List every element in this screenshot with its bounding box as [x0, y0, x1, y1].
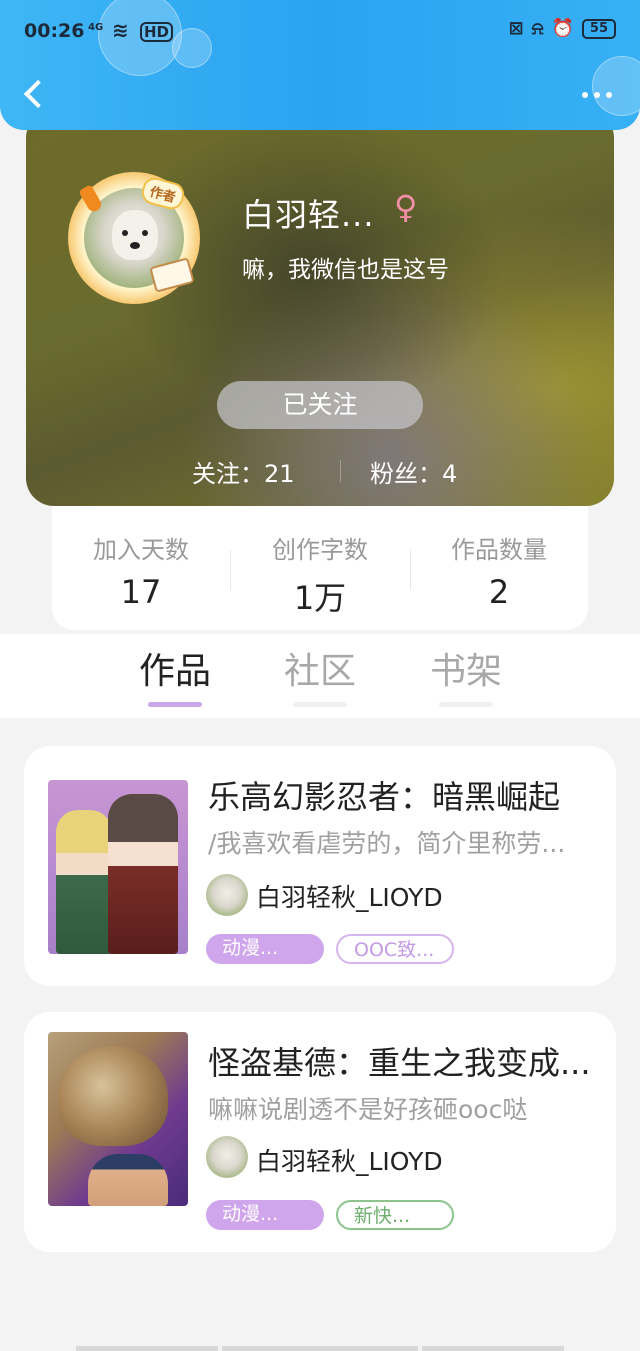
bottom-segment — [76, 1346, 218, 1351]
stat-value: 17 — [120, 573, 162, 611]
wifi-icon: ≋ — [112, 18, 129, 42]
stat-label: 作品数量 — [451, 536, 547, 564]
tab-bookshelf[interactable]: 书架 — [406, 642, 526, 694]
tab-works[interactable]: 作品 — [115, 642, 235, 694]
work-tag[interactable]: OOC致... — [336, 934, 454, 964]
bottom-bar — [0, 1346, 640, 1351]
work-title[interactable]: 乐高幻影忍者：暗黑崛起 — [208, 772, 604, 818]
stat-word-count: 创作字数 1万 — [231, 506, 409, 630]
fans-count[interactable]: 粉丝：4 — [370, 454, 457, 489]
stat-value: 2 — [488, 573, 510, 611]
work-title[interactable]: 怪盗基德：重生之我变成... — [208, 1038, 604, 1084]
battery-icon: 55 — [581, 18, 616, 39]
bottom-segment — [422, 1346, 564, 1351]
bottom-segment — [222, 1346, 418, 1351]
author-avatar — [206, 874, 248, 916]
work-tag[interactable]: 新快... — [336, 1200, 454, 1230]
stat-label: 创作字数 — [272, 536, 368, 564]
stats-panel: 加入天数 17 创作字数 1万 作品数量 2 — [52, 506, 588, 630]
work-author[interactable]: 白羽轻秋_LIOYD — [256, 878, 443, 914]
work-card[interactable]: 乐高幻影忍者：暗黑崛起 /我喜欢看虐劳的，简介里称劳... 白羽轻秋_LIOYD… — [24, 746, 616, 986]
more-dots-icon[interactable] — [582, 92, 612, 98]
more-dot — [606, 92, 612, 98]
signature: 嘛，我微信也是这号 — [242, 257, 449, 283]
work-cover-image[interactable] — [48, 1032, 188, 1206]
tab-community[interactable]: 社区 — [260, 642, 380, 694]
signal-icon: 4G — [88, 22, 104, 33]
following-count[interactable]: 关注：21 — [192, 454, 295, 489]
decor-bubble-right — [592, 56, 640, 116]
cover-figure — [108, 794, 178, 954]
more-dot — [594, 92, 600, 98]
more-dot — [582, 92, 588, 98]
stat-works-count: 作品数量 2 — [410, 506, 588, 630]
work-cover-image[interactable] — [48, 780, 188, 954]
work-description: /我喜欢看虐劳的，简介里称劳... — [208, 829, 566, 858]
alarm-icon: ⏰ — [551, 18, 574, 39]
work-author[interactable]: 白羽轻秋_LIOYD — [256, 1142, 443, 1178]
female-icon: ♀ — [394, 188, 418, 226]
tab-indicator-community — [293, 702, 347, 707]
author-avatar — [206, 1136, 248, 1178]
tab-bar: 作品 社区 书架 — [0, 634, 640, 718]
cover-figure — [58, 1046, 168, 1146]
status-time: 00:26 — [24, 20, 85, 42]
profile-card: 作者 白羽轻... ♀ 嘛，我微信也是这号 已关注 关注：21 粉丝：4 — [26, 110, 614, 506]
stat-join-days: 加入天数 17 — [52, 506, 230, 630]
tab-indicator-works — [148, 702, 202, 707]
cover-figure — [88, 1154, 168, 1206]
hd-icon: HD — [140, 22, 174, 42]
avatar-frame[interactable]: 作者 — [68, 172, 200, 304]
dog-eye-right — [142, 230, 148, 236]
mute-icon: ⍾ — [531, 18, 544, 39]
work-card[interactable]: 怪盗基德：重生之我变成... 嘛嘛说剧透不是好孩砸ooc哒 白羽轻秋_LIOYD… — [24, 1012, 616, 1252]
work-tag[interactable]: 动漫... — [206, 934, 324, 964]
work-tag[interactable]: 动漫... — [206, 1200, 324, 1230]
tab-indicator-bookshelf — [439, 702, 493, 707]
divider — [340, 460, 341, 482]
follow-status-button[interactable]: 已关注 — [217, 381, 423, 429]
stat-value: 1万 — [293, 579, 347, 617]
cover-figure — [56, 810, 112, 954]
dog-face — [112, 210, 158, 260]
status-bar: 00:26 4G ≋ HD ⊠ ⍾ ⏰ 55 — [24, 18, 616, 48]
nickname: 白羽轻... — [242, 196, 375, 234]
status-right-icons: ⊠ ⍾ ⏰ 55 — [508, 18, 616, 39]
stat-label: 加入天数 — [93, 536, 189, 564]
back-arrow-icon[interactable] — [20, 78, 50, 114]
nfc-icon: ⊠ — [508, 18, 524, 39]
dog-nose — [130, 242, 140, 249]
dog-eye-left — [122, 230, 128, 236]
top-header: 00:26 4G ≋ HD ⊠ ⍾ ⏰ 55 — [0, 0, 640, 130]
work-description: 嘛嘛说剧透不是好孩砸ooc哒 — [208, 1095, 528, 1124]
